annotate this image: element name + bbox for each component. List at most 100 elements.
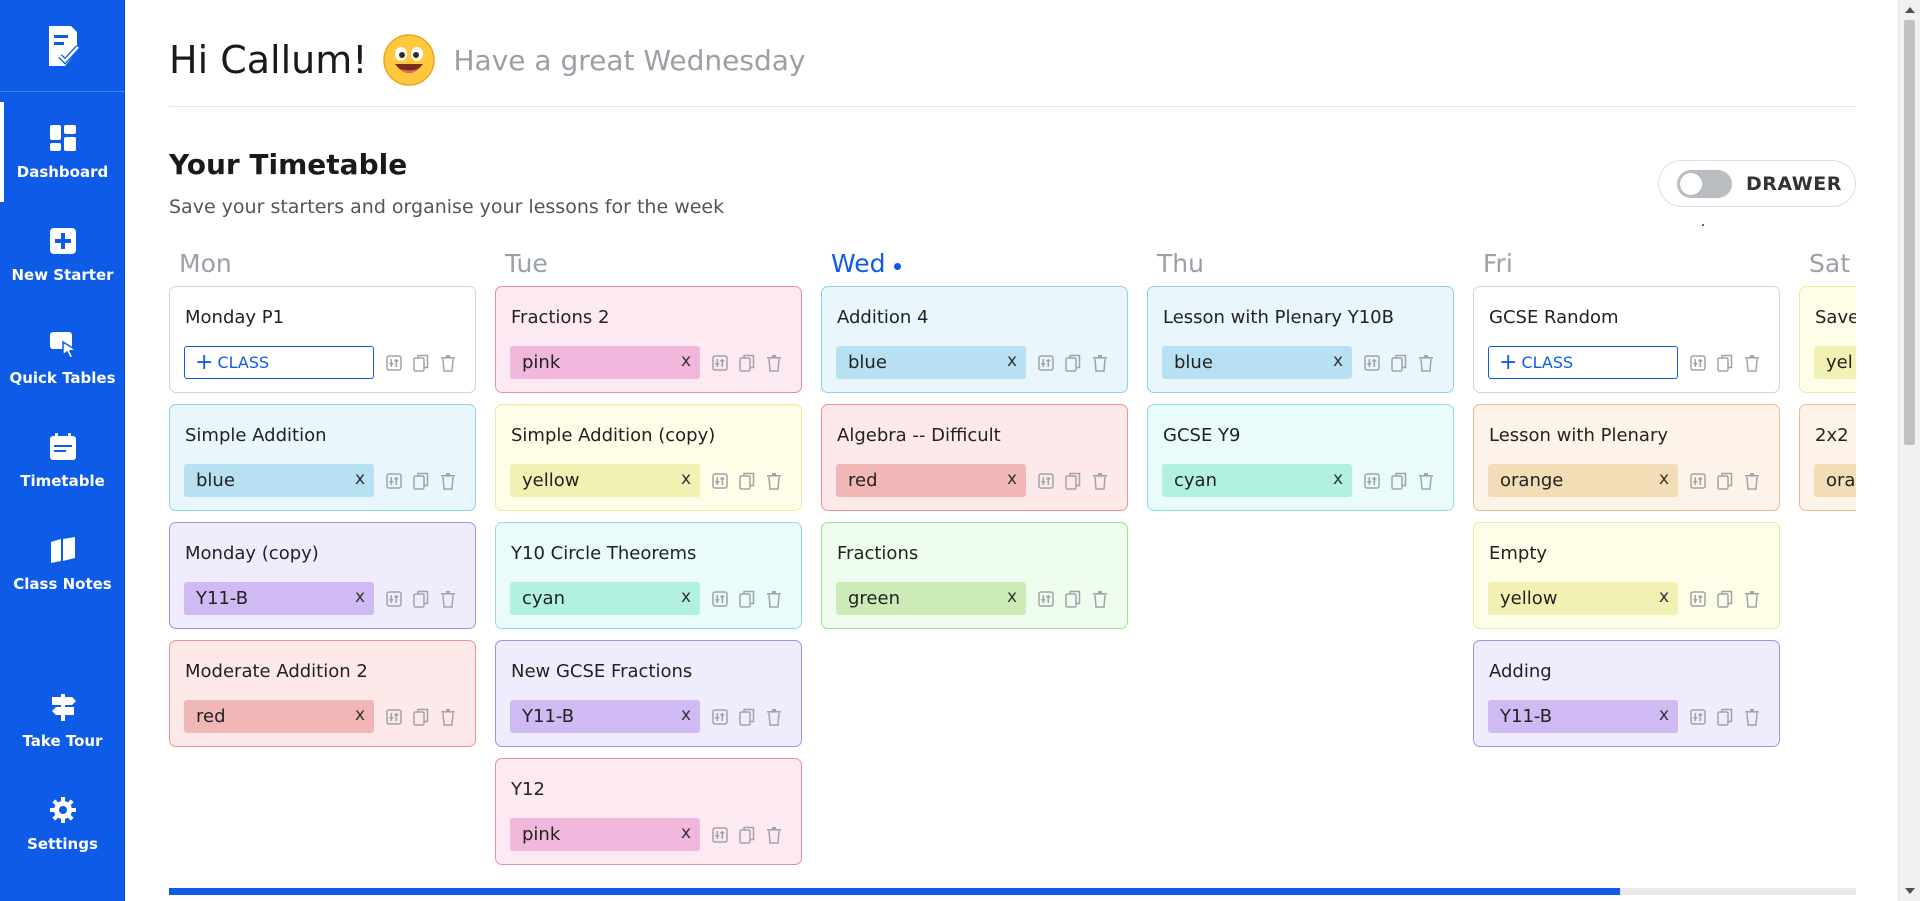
sidebar-item-class-notes[interactable]: Class Notes: [0, 514, 125, 614]
class-chip[interactable]: orax: [1814, 464, 1856, 497]
add-class-button[interactable]: + CLASS: [1488, 346, 1678, 379]
lesson-card[interactable]: Monday (copy) Y11-B x: [169, 522, 476, 629]
sidebar-item-dashboard[interactable]: Dashboard: [0, 102, 125, 202]
class-chip[interactable]: Y11-B x: [1488, 700, 1678, 733]
scroll-down-arrow-icon[interactable]: [1905, 888, 1915, 894]
copy-icon[interactable]: [737, 470, 757, 492]
copy-icon[interactable]: [1063, 588, 1083, 610]
lesson-card[interactable]: New GCSE Fractions Y11-B x: [495, 640, 802, 747]
sidebar-item-quick-tables[interactable]: Quick Tables: [0, 308, 125, 408]
remove-class-button[interactable]: x: [1007, 469, 1017, 489]
remove-class-button[interactable]: x: [1007, 351, 1017, 371]
trash-icon[interactable]: [438, 588, 458, 610]
class-chip[interactable]: cyan x: [1162, 464, 1352, 497]
copy-icon[interactable]: [737, 824, 757, 846]
class-chip[interactable]: green x: [836, 582, 1026, 615]
trash-icon[interactable]: [1416, 470, 1436, 492]
trash-icon[interactable]: [764, 588, 784, 610]
sliders-icon[interactable]: [384, 470, 404, 492]
trash-icon[interactable]: [438, 470, 458, 492]
sliders-icon[interactable]: [1688, 706, 1708, 728]
sliders-icon[interactable]: [1362, 470, 1382, 492]
sidebar-item-new-starter[interactable]: New Starter: [0, 205, 125, 305]
sliders-icon[interactable]: [1688, 470, 1708, 492]
lesson-card[interactable]: GCSE Y9 cyan x: [1147, 404, 1454, 511]
sliders-icon[interactable]: [1036, 352, 1056, 374]
sliders-icon[interactable]: [710, 352, 730, 374]
class-chip[interactable]: blue x: [1162, 346, 1352, 379]
remove-class-button[interactable]: x: [1333, 469, 1343, 489]
lesson-card[interactable]: Y10 Circle Theorems cyan x: [495, 522, 802, 629]
class-chip[interactable]: red x: [836, 464, 1026, 497]
sidebar-item-settings[interactable]: Settings: [0, 774, 125, 874]
copy-icon[interactable]: [411, 706, 431, 728]
trash-icon[interactable]: [438, 706, 458, 728]
trash-icon[interactable]: [1090, 352, 1110, 374]
sliders-icon[interactable]: [710, 588, 730, 610]
class-chip[interactable]: yellow x: [510, 464, 700, 497]
remove-class-button[interactable]: x: [1659, 587, 1669, 607]
sliders-icon[interactable]: [1036, 470, 1056, 492]
class-chip[interactable]: cyan x: [510, 582, 700, 615]
trash-icon[interactable]: [764, 470, 784, 492]
copy-icon[interactable]: [1715, 588, 1735, 610]
sliders-icon[interactable]: [1362, 352, 1382, 374]
lesson-card[interactable]: Algebra -- Difficult red x: [821, 404, 1128, 511]
remove-class-button[interactable]: x: [681, 469, 691, 489]
add-class-button[interactable]: + CLASS: [184, 346, 374, 379]
lesson-card[interactable]: Adding Y11-B x: [1473, 640, 1780, 747]
copy-icon[interactable]: [1715, 352, 1735, 374]
class-chip[interactable]: Y11-B x: [510, 700, 700, 733]
page-scrollbar[interactable]: [1898, 0, 1920, 901]
trash-icon[interactable]: [438, 352, 458, 374]
sliders-icon[interactable]: [1036, 588, 1056, 610]
lesson-card[interactable]: Lesson with Plenary Y10B blue x: [1147, 286, 1454, 393]
class-chip[interactable]: orange x: [1488, 464, 1678, 497]
remove-class-button[interactable]: x: [355, 587, 365, 607]
sliders-icon[interactable]: [710, 824, 730, 846]
class-chip[interactable]: yelx: [1814, 346, 1856, 379]
trash-icon[interactable]: [764, 824, 784, 846]
sliders-icon[interactable]: [710, 706, 730, 728]
lesson-card[interactable]: 2x2 orax: [1799, 404, 1856, 511]
sliders-icon[interactable]: [384, 706, 404, 728]
lesson-card[interactable]: Monday P1 + CLASS: [169, 286, 476, 393]
class-chip[interactable]: pink x: [510, 818, 700, 851]
remove-class-button[interactable]: x: [355, 705, 365, 725]
class-chip[interactable]: yellow x: [1488, 582, 1678, 615]
lesson-card[interactable]: Simple Addition blue x: [169, 404, 476, 511]
remove-class-button[interactable]: x: [681, 823, 691, 843]
sliders-icon[interactable]: [1688, 352, 1708, 374]
remove-class-button[interactable]: x: [681, 587, 691, 607]
trash-icon[interactable]: [1090, 470, 1110, 492]
class-chip[interactable]: red x: [184, 700, 374, 733]
trash-icon[interactable]: [1742, 706, 1762, 728]
sliders-icon[interactable]: [384, 588, 404, 610]
remove-class-button[interactable]: x: [355, 469, 365, 489]
lesson-card[interactable]: Moderate Addition 2 red x: [169, 640, 476, 747]
lesson-card[interactable]: Addition 4 blue x: [821, 286, 1128, 393]
drawer-switch[interactable]: [1677, 169, 1732, 198]
class-chip[interactable]: Y11-B x: [184, 582, 374, 615]
copy-icon[interactable]: [1715, 706, 1735, 728]
timetable-scroll-progress[interactable]: [169, 888, 1856, 895]
lesson-card[interactable]: Simple Addition (copy) yellow x: [495, 404, 802, 511]
sliders-icon[interactable]: [1688, 588, 1708, 610]
app-logo[interactable]: [0, 0, 125, 92]
sliders-icon[interactable]: [710, 470, 730, 492]
remove-class-button[interactable]: x: [681, 705, 691, 725]
copy-icon[interactable]: [411, 588, 431, 610]
class-chip[interactable]: pink x: [510, 346, 700, 379]
lesson-card[interactable]: Save yelx: [1799, 286, 1856, 393]
lesson-card[interactable]: Fractions 2 pink x: [495, 286, 802, 393]
copy-icon[interactable]: [737, 588, 757, 610]
copy-icon[interactable]: [737, 706, 757, 728]
sidebar-item-timetable[interactable]: Timetable: [0, 411, 125, 511]
remove-class-button[interactable]: x: [1007, 587, 1017, 607]
sliders-icon[interactable]: [384, 352, 404, 374]
trash-icon[interactable]: [1742, 588, 1762, 610]
remove-class-button[interactable]: x: [681, 351, 691, 371]
copy-icon[interactable]: [1389, 470, 1409, 492]
drawer-toggle[interactable]: DRAWER: [1658, 160, 1856, 207]
copy-icon[interactable]: [1715, 470, 1735, 492]
